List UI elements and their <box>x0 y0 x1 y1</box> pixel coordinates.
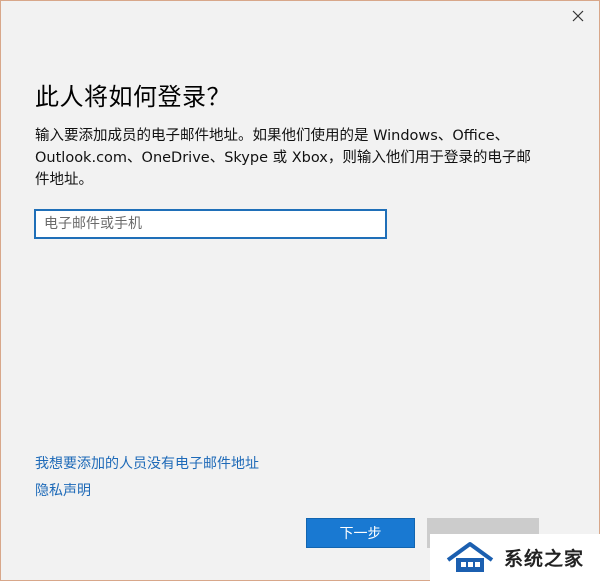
dialog-heading: 此人将如何登录？ <box>35 83 231 111</box>
close-button[interactable] <box>563 3 593 29</box>
no-email-link[interactable]: 我想要添加的人员没有电子邮件地址 <box>35 453 259 473</box>
dialog-window: 此人将如何登录？ 输入要添加成员的电子邮件地址。如果他们使用的是 Windows… <box>0 0 600 581</box>
close-icon <box>572 10 584 22</box>
title-bar <box>1 1 599 31</box>
email-or-phone-input[interactable] <box>34 209 387 239</box>
privacy-statement-link[interactable]: 隐私声明 <box>35 480 91 500</box>
house-logo-icon <box>446 541 494 572</box>
watermark-text: 系统之家 <box>504 548 585 570</box>
dialog-description: 输入要添加成员的电子邮件地址。如果他们使用的是 Windows、Office、O… <box>35 128 531 188</box>
watermark: 系统之家 <box>430 534 600 581</box>
next-button[interactable]: 下一步 <box>306 518 415 548</box>
